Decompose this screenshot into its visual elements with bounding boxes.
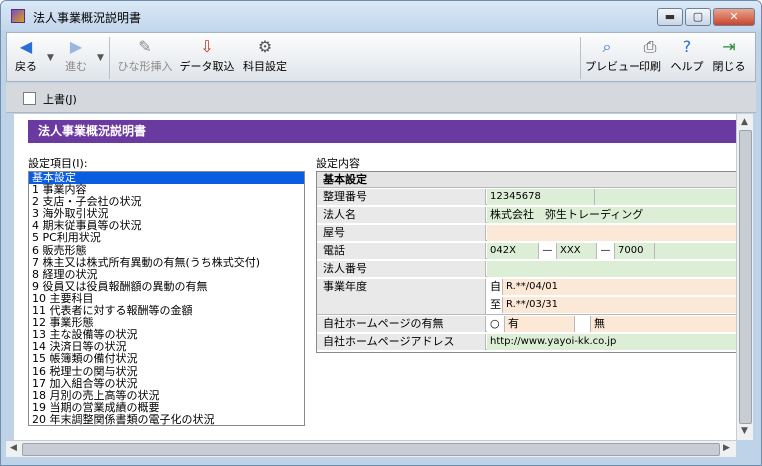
scroll-down-icon[interactable]: ▼ bbox=[741, 426, 748, 436]
magnifier-icon: ⌕ bbox=[602, 37, 612, 56]
phone-field-1[interactable]: 042X bbox=[487, 243, 539, 259]
corp-name-label: 法人名 bbox=[317, 207, 486, 223]
window-title: 法人事業概況説明書 bbox=[33, 11, 142, 25]
homepage-url-row: 自社ホームページアドレス http://www.yayoi-kk.co.jp bbox=[317, 334, 736, 350]
from-label: 自 bbox=[487, 279, 503, 295]
phone-label: 電話 bbox=[317, 243, 486, 259]
hp-no-mark bbox=[575, 316, 591, 332]
app-icon bbox=[11, 9, 25, 23]
overwrite-checkbox[interactable] bbox=[23, 92, 36, 105]
corp-number-field[interactable] bbox=[487, 261, 736, 277]
scroll-left-icon[interactable]: ◀ bbox=[10, 443, 17, 453]
preview-button[interactable]: ⌕ プレビュー bbox=[585, 35, 640, 81]
settings-content-label: 設定内容 bbox=[316, 157, 360, 170]
help-button[interactable]: ? ヘルプ bbox=[669, 35, 705, 81]
phone-dash: — bbox=[597, 243, 615, 259]
reg-no-filler bbox=[595, 189, 736, 205]
list-item[interactable]: 5 PC利用状況 bbox=[29, 232, 304, 244]
hp-yes-mark: ○ bbox=[487, 316, 505, 332]
phone-field-2[interactable]: XXX bbox=[557, 243, 597, 259]
toolbar-separator bbox=[109, 37, 110, 79]
content-panel: 法人事業概況説明書 設定項目(I): 設定内容 基本設定 1 事業内容 2 支店… bbox=[14, 114, 736, 440]
exit-icon: ⇥ bbox=[722, 37, 736, 56]
close-window-button[interactable]: ✕ bbox=[713, 8, 755, 26]
application-window: 法人事業概況説明書 ▬ ▢ ✕ ◀ 戻る ▼ ▶ 進む ▼ ✎ ひな形挿入 ⇩ … bbox=[0, 0, 762, 466]
overwrite-label: 上書(J) bbox=[43, 93, 77, 106]
reg-no-label: 整理番号 bbox=[317, 189, 486, 205]
settings-items-list[interactable]: 基本設定 1 事業内容 2 支店・子会社の状況 3 海外取引状況 4 期末従事員… bbox=[28, 171, 305, 426]
horizontal-scroll-thumb[interactable] bbox=[22, 443, 720, 456]
homepage-row: 自社ホームページの有無 ○ 有 無 bbox=[317, 316, 736, 332]
vertical-scroll-thumb[interactable] bbox=[739, 130, 752, 424]
to-date-field[interactable]: R.**/03/31 bbox=[503, 297, 736, 313]
arrow-right-icon: ▶ bbox=[69, 37, 83, 56]
close-button[interactable]: ⇥ 閉じる bbox=[709, 35, 749, 81]
forward-dropdown-icon[interactable]: ▼ bbox=[97, 53, 104, 63]
trade-name-field[interactable] bbox=[487, 225, 736, 241]
settings-items-label: 設定項目(I): bbox=[28, 157, 88, 170]
phone-field-3[interactable]: 7000 bbox=[615, 243, 655, 259]
forward-button[interactable]: ▶ 進む bbox=[61, 35, 91, 81]
homepage-url-field[interactable]: http://www.yayoi-kk.co.jp bbox=[487, 334, 736, 350]
section-title: 基本設定 bbox=[317, 172, 736, 188]
page-header: 法人事業概況説明書 bbox=[28, 120, 736, 143]
corp-name-row: 法人名 株式会社 弥生トレーディング bbox=[317, 207, 736, 223]
toolbar-separator bbox=[580, 37, 581, 79]
maximize-button[interactable]: ▢ bbox=[685, 8, 711, 26]
scroll-right-icon[interactable]: ▶ bbox=[723, 443, 730, 453]
template-icon: ✎ bbox=[138, 37, 152, 56]
corp-number-label: 法人番号 bbox=[317, 261, 486, 277]
list-item[interactable]: 20 年末調整関係書類の電子化の状況 bbox=[29, 413, 304, 425]
back-dropdown-icon[interactable]: ▼ bbox=[47, 53, 54, 63]
homepage-url-label: 自社ホームページアドレス bbox=[317, 334, 486, 350]
from-date-field[interactable]: R.**/04/01 bbox=[503, 279, 736, 295]
import-icon: ⇩ bbox=[200, 37, 214, 56]
template-insert-button[interactable]: ✎ ひな形挿入 bbox=[115, 35, 175, 81]
phone-filler bbox=[655, 243, 736, 259]
list-item[interactable]: 18 月別の売上高等の状況 bbox=[29, 389, 304, 402]
horizontal-scrollbar[interactable]: ◀ ▶ bbox=[6, 440, 736, 457]
printer-icon: ⎙ bbox=[643, 37, 657, 56]
corp-name-field[interactable]: 株式会社 弥生トレーディング bbox=[487, 207, 736, 223]
fiscal-year-label: 事業年度 bbox=[317, 279, 486, 314]
trade-name-label: 屋号 bbox=[317, 225, 486, 241]
homepage-label: 自社ホームページの有無 bbox=[317, 316, 486, 332]
phone-dash: — bbox=[539, 243, 557, 259]
help-icon: ? bbox=[682, 37, 692, 56]
scroll-up-icon[interactable]: ▲ bbox=[741, 117, 748, 127]
corp-number-row: 法人番号 bbox=[317, 261, 736, 277]
to-label: 至 bbox=[487, 297, 503, 313]
fiscal-year-row: 事業年度 自 R.**/04/01 至 R.**/03/31 bbox=[317, 279, 736, 315]
trade-name-row: 屋号 bbox=[317, 225, 736, 241]
vertical-scrollbar[interactable]: ▲ ▼ bbox=[736, 114, 753, 440]
data-import-button[interactable]: ⇩ データ取込 bbox=[179, 35, 235, 81]
title-bar: 法人事業概況説明書 ▬ ▢ ✕ bbox=[1, 1, 761, 31]
minimize-button[interactable]: ▬ bbox=[657, 8, 683, 26]
list-item[interactable]: 17 加入組合等の状況 bbox=[29, 377, 304, 390]
reg-no-row: 整理番号 12345678 bbox=[317, 189, 736, 205]
settings-form: 基本設定 整理番号 12345678 法人名 株式会社 弥生トレーディング 屋号… bbox=[316, 171, 736, 353]
phone-row: 電話 042X — XXX — 7000 bbox=[317, 243, 736, 259]
list-item[interactable]: 15 帳簿類の備付状況 bbox=[29, 353, 304, 365]
account-settings-icon: ⚙ bbox=[257, 37, 273, 56]
list-item[interactable]: 7 株主又は株式所有異動の有無(うち株式交付) bbox=[29, 256, 304, 269]
back-button[interactable]: ◀ 戻る bbox=[11, 35, 41, 81]
list-item[interactable]: 6 販売形態 bbox=[29, 244, 304, 257]
toolbar: ◀ 戻る ▼ ▶ 進む ▼ ✎ ひな形挿入 ⇩ データ取込 ⚙ 科目設定 ⌕ プ… bbox=[6, 32, 756, 82]
print-button[interactable]: ⎙ 印刷 bbox=[634, 35, 666, 81]
account-settings-button[interactable]: ⚙ 科目設定 bbox=[239, 35, 291, 81]
options-bar: 上書(J) bbox=[6, 83, 756, 113]
hp-yes-option[interactable]: 有 bbox=[505, 316, 575, 332]
reg-no-field[interactable]: 12345678 bbox=[487, 189, 595, 205]
list-item[interactable]: 16 税理士の関与状況 bbox=[29, 365, 304, 378]
arrow-left-icon: ◀ bbox=[19, 37, 33, 56]
hp-no-option[interactable]: 無 bbox=[591, 316, 736, 332]
